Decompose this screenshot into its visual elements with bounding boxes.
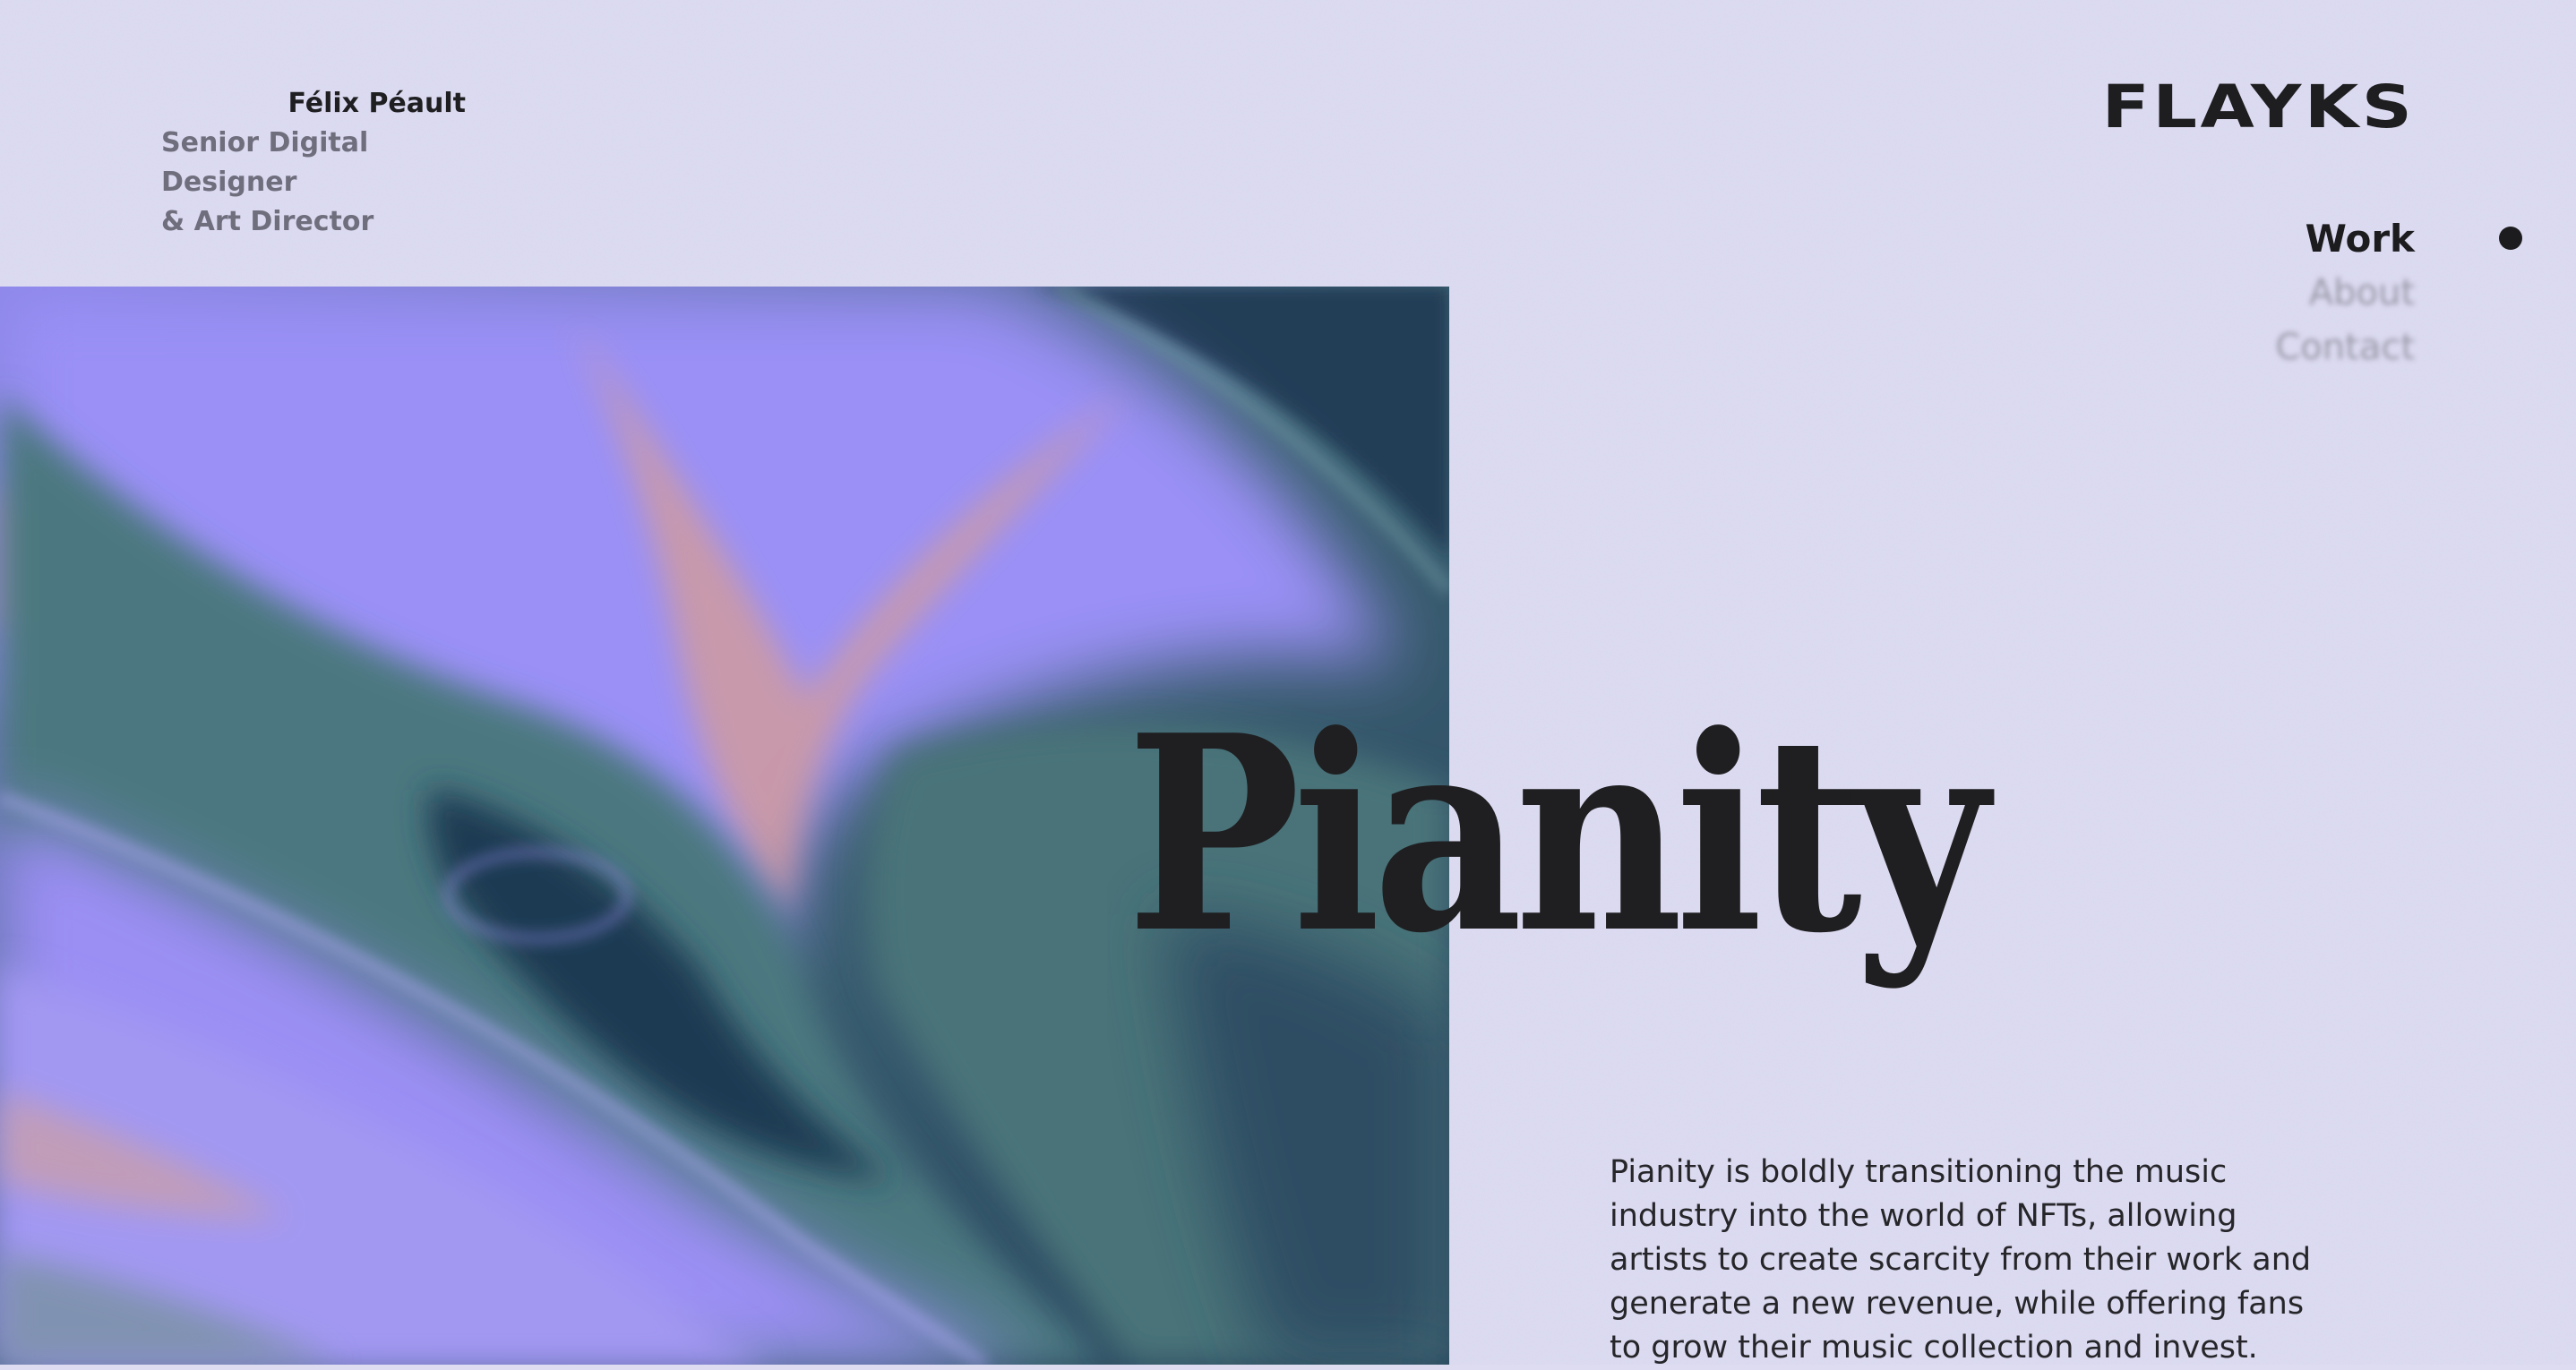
nav-item-contact[interactable]: Contact (2275, 321, 2415, 375)
project-description: Pianity is boldly transitioning the musi… (1610, 1154, 2312, 1366)
project-title[interactable]: Pianity (1127, 687, 1988, 982)
author-role-line2: & Art Director (161, 206, 374, 237)
main-nav: Work About Contact (2275, 211, 2415, 375)
site-logo[interactable]: FLAYKS (2101, 75, 2415, 140)
nav-item-about[interactable]: About (2275, 266, 2415, 321)
active-indicator-dot-icon (2499, 227, 2522, 250)
author-block: Félix Péault Senior Digital Designer & A… (161, 84, 466, 242)
author-name[interactable]: Félix Péault (288, 88, 466, 119)
author-role-line1: Senior Digital Designer (161, 127, 369, 198)
nav-item-work[interactable]: Work (2275, 211, 2415, 266)
